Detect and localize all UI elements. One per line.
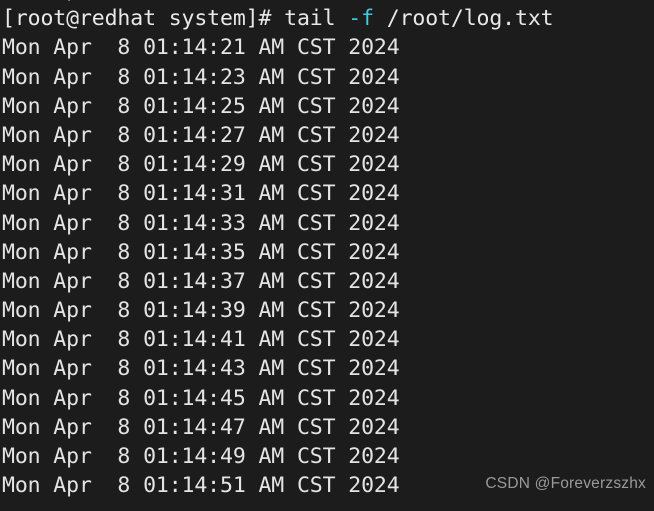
output-line: Mon Apr 8 01:14:37 AM CST 2024 <box>2 268 400 294</box>
command-prompt-line: [root@redhat system]# tail -f /root/log.… <box>2 4 654 33</box>
output-line: Mon Apr 8 01:14:35 AM CST 2024 <box>2 239 400 265</box>
output-line: Mon Apr 8 01:14:47 AM CST 2024 <box>2 414 400 440</box>
output-line: Mon Apr 8 01:14:25 AM CST 2024 <box>2 93 400 119</box>
shell-prompt: [root@redhat system]# <box>2 6 285 32</box>
output-line: Mon Apr 8 01:14:29 AM CST 2024 <box>2 152 400 178</box>
terminal-screen[interactable]: Mon Apr 8 01:14:19 AM CST 2024 [root@red… <box>0 0 654 500</box>
command-flag: -f <box>348 6 374 32</box>
output-line: Mon Apr 8 01:14:41 AM CST 2024 <box>2 327 400 353</box>
output-line: Mon Apr 8 01:14:23 AM CST 2024 <box>2 64 400 90</box>
clipped-top-output-line: Mon Apr 8 01:14:19 AM CST 2024 <box>2 0 654 4</box>
output-line: Mon Apr 8 01:14:33 AM CST 2024 <box>2 210 400 236</box>
command-space-1 <box>335 6 348 31</box>
command-name: tail <box>284 6 336 32</box>
output-line: Mon Apr 8 01:14:43 AM CST 2024 <box>2 356 400 382</box>
command-space-2 <box>374 6 387 31</box>
terminal-window[interactable]: Mon Apr 8 01:14:19 AM CST 2024 [root@red… <box>0 0 654 511</box>
output-line: Mon Apr 8 01:14:39 AM CST 2024 <box>2 298 400 324</box>
output-line: Mon Apr 8 01:14:51 AM CST 2024 <box>2 473 400 499</box>
output-line: Mon Apr 8 01:14:45 AM CST 2024 <box>2 385 400 411</box>
command-output: Mon Apr 8 01:14:21 AM CST 2024 Mon Apr 8 … <box>2 33 654 500</box>
command-argument: /root/log.txt <box>386 6 554 32</box>
output-line: Mon Apr 8 01:14:49 AM CST 2024 <box>2 444 400 469</box>
output-line: Mon Apr 8 01:14:31 AM CST 2024 <box>2 181 400 207</box>
output-line: Mon Apr 8 01:14:27 AM CST 2024 <box>2 122 400 148</box>
output-line: Mon Apr 8 01:14:21 AM CST 2024 <box>2 35 400 61</box>
